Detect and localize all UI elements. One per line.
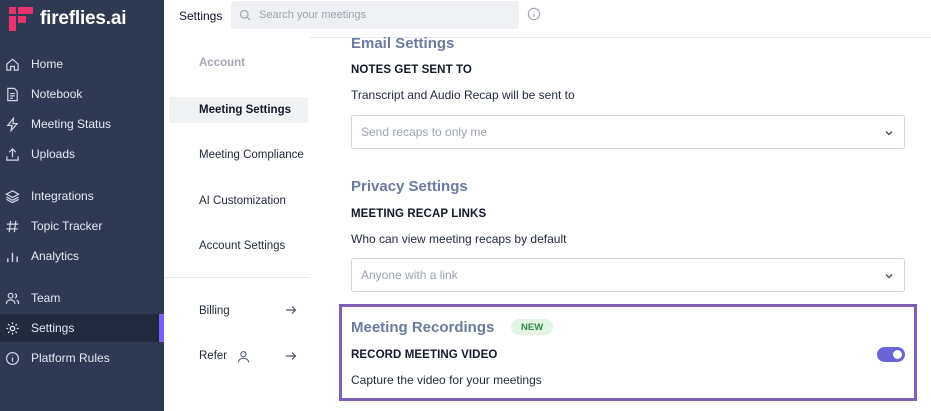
sidebar-item-label: Home xyxy=(31,57,64,71)
sidebar-item-analytics[interactable]: Analytics xyxy=(0,242,164,270)
bar-chart-icon xyxy=(5,249,20,264)
recap-recipients-select[interactable]: Send recaps to only me xyxy=(351,115,905,149)
sidebar-item-platform-rules[interactable]: Platform Rules xyxy=(0,344,164,372)
meeting-recordings-title: Meeting Recordings xyxy=(351,319,495,336)
home-icon xyxy=(5,57,20,72)
app-name: fireflies.ai xyxy=(40,8,127,29)
info-icon[interactable] xyxy=(527,7,541,21)
recap-links-label: MEETING RECAP LINKS xyxy=(351,208,487,220)
hash-icon xyxy=(5,219,20,234)
gear-icon xyxy=(5,321,20,336)
sidebar-item-settings[interactable]: Settings xyxy=(0,314,164,342)
arrow-right-icon xyxy=(286,352,297,360)
logo[interactable]: fireflies.ai xyxy=(8,5,127,33)
submenu-ai-customization[interactable]: AI Customization xyxy=(169,188,308,214)
recap-visibility-select[interactable]: Anyone with a link xyxy=(351,258,905,292)
sidebar: fireflies.ai Home Notebook Meeting Statu… xyxy=(0,0,164,411)
sidebar-item-team[interactable]: Team xyxy=(0,284,164,312)
fireflies-logo-icon xyxy=(9,7,33,31)
notebook-icon xyxy=(5,87,20,102)
arrow-right-icon xyxy=(286,306,297,314)
toggle-knob xyxy=(893,350,902,359)
sidebar-item-topic-tracker[interactable]: Topic Tracker xyxy=(0,212,164,240)
team-icon xyxy=(5,291,20,306)
search-icon xyxy=(239,9,251,21)
chevron-down-icon xyxy=(885,274,893,279)
submenu-billing-label: Billing xyxy=(199,305,230,317)
record-video-toggle[interactable] xyxy=(877,347,905,362)
privacy-settings-title: Privacy Settings xyxy=(351,178,468,195)
upload-icon xyxy=(5,147,20,162)
submenu-divider xyxy=(165,277,310,278)
submenu-account-heading: Account xyxy=(199,57,245,69)
submenu-meeting-settings[interactable]: Meeting Settings xyxy=(169,97,308,123)
sidebar-item-label: Settings xyxy=(31,321,75,335)
search-bar[interactable] xyxy=(231,1,519,29)
notes-sent-to-desc: Transcript and Audio Recap will be sent … xyxy=(351,88,575,102)
sidebar-item-label: Platform Rules xyxy=(31,351,110,365)
recap-links-desc: Who can view meeting recaps by default xyxy=(351,232,567,246)
record-video-label: RECORD MEETING VIDEO xyxy=(351,349,498,361)
layers-icon xyxy=(5,189,20,204)
sidebar-item-notebook[interactable]: Notebook xyxy=(0,80,164,108)
sidebar-item-label: Integrations xyxy=(31,189,94,203)
record-video-desc: Capture the video for your meetings xyxy=(351,373,542,387)
sidebar-item-label: Uploads xyxy=(31,147,76,161)
email-settings-title: Email Settings xyxy=(351,35,455,52)
recap-recipients-value: Send recaps to only me xyxy=(361,125,488,139)
sidebar-item-label: Team xyxy=(31,291,61,305)
chevron-down-icon xyxy=(885,131,893,136)
sidebar-item-label: Meeting Status xyxy=(31,117,112,131)
submenu-account-settings[interactable]: Account Settings xyxy=(169,233,308,259)
sidebar-item-integrations[interactable]: Integrations xyxy=(0,182,164,210)
sidebar-item-label: Notebook xyxy=(31,87,83,101)
sidebar-item-label: Topic Tracker xyxy=(31,219,103,233)
submenu-meeting-compliance[interactable]: Meeting Compliance xyxy=(169,142,308,168)
user-icon xyxy=(238,350,250,363)
sidebar-item-home[interactable]: Home xyxy=(0,50,164,78)
recap-visibility-value: Anyone with a link xyxy=(361,268,458,282)
search-input[interactable] xyxy=(259,9,499,21)
notes-sent-to-label: NOTES GET SENT TO xyxy=(351,64,472,76)
submenu-refer-label: Refer xyxy=(199,350,228,362)
sidebar-item-uploads[interactable]: Uploads xyxy=(0,140,164,168)
new-badge: NEW xyxy=(511,319,554,335)
info-icon xyxy=(5,351,20,366)
bolt-icon xyxy=(5,116,20,132)
page-title: Settings xyxy=(179,9,223,23)
sidebar-item-meeting-status[interactable]: Meeting Status xyxy=(0,110,164,138)
sidebar-item-label: Analytics xyxy=(31,249,80,263)
